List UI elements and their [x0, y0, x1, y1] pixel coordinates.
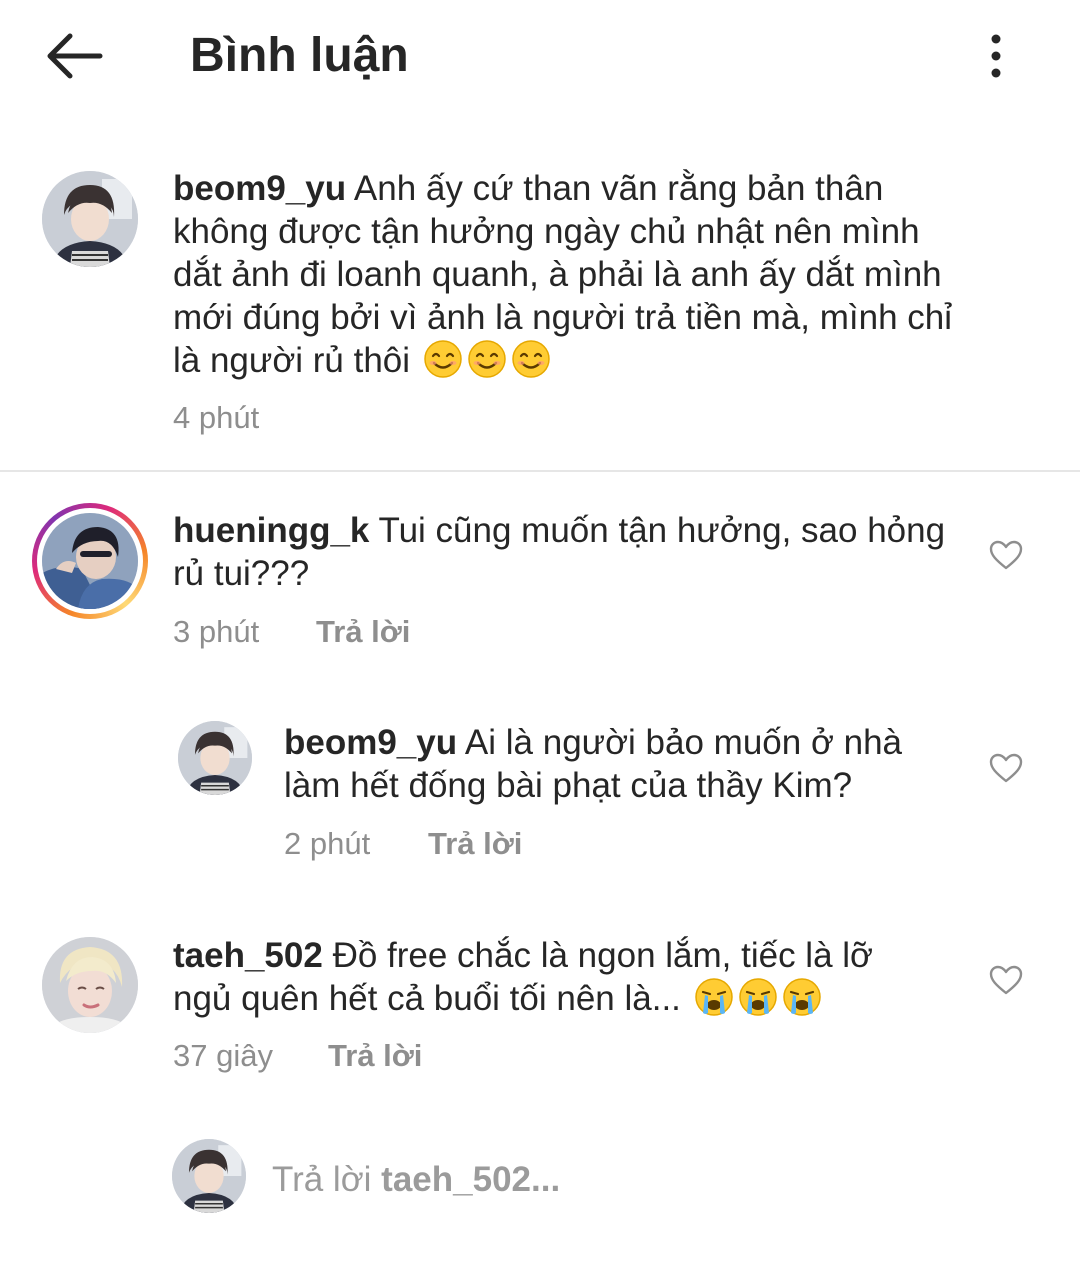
reply-button[interactable]: Trả lời — [428, 824, 522, 864]
username[interactable]: beom9_yu — [284, 723, 457, 762]
comment-text: beom9_yu Ai là người bảo muốn ở nhà làm … — [284, 721, 902, 807]
comment-line: là người rủ thôi — [173, 341, 411, 380]
avatar[interactable] — [178, 721, 252, 795]
avatar[interactable] — [42, 171, 138, 267]
more-options-button[interactable] — [966, 28, 1026, 84]
username[interactable]: beom9_yu — [173, 169, 346, 208]
comment-line: làm hết đống bài phạt của thầy Kim? — [284, 766, 853, 805]
reply-button[interactable]: Trả lời — [328, 1036, 422, 1076]
avatar-photo — [42, 513, 138, 609]
comment-line: Đồ free chắc là ngon lắm, tiếc là lỡ — [332, 936, 873, 975]
current-user-avatar — [172, 1139, 246, 1213]
comment-text: taeh_502 Đồ free chắc là ngon lắm, tiếc … — [173, 934, 873, 1020]
crying-face-emoji — [782, 978, 821, 1016]
comment-line: Ai là người bảo muốn ở nhà — [464, 723, 903, 762]
heart-outline-icon — [989, 540, 1023, 570]
top-bar: Bình luận — [0, 0, 1080, 112]
timestamp: 37 giây — [173, 1038, 273, 1073]
like-button[interactable] — [986, 960, 1026, 1000]
comment-line: dắt ảnh đi loanh quanh, à phải là anh ấy… — [173, 255, 942, 294]
arrow-left-icon — [47, 33, 103, 79]
back-button[interactable] — [38, 28, 108, 84]
caption-text: beom9_yu Anh ấy cứ than vãn rằng bản thâ… — [173, 167, 952, 382]
comment-line: Anh ấy cứ than vãn rằng bản thân — [353, 169, 884, 208]
more-vertical-icon — [991, 34, 1001, 78]
avatar-photo — [178, 721, 252, 795]
smiling-face-emoji — [512, 340, 550, 378]
timestamp: 3 phút — [173, 614, 260, 649]
crying-face-emoji — [738, 978, 777, 1016]
avatar[interactable] — [42, 937, 138, 1033]
comment-text: hueningg_k Tui cũng muốn tận hưởng, sao … — [173, 509, 945, 595]
heart-outline-icon — [989, 965, 1023, 995]
crying-face-emoji — [694, 978, 733, 1016]
smiling-face-emoji — [468, 340, 506, 378]
reply-button[interactable]: Trả lời — [316, 612, 410, 652]
like-button[interactable] — [986, 535, 1026, 575]
reply-input-target: taeh_502... — [381, 1160, 561, 1199]
comment-line: Tui cũng muốn tận hưởng, sao hỏng — [378, 511, 946, 550]
like-button[interactable] — [986, 748, 1026, 788]
avatar-photo — [172, 1139, 246, 1213]
comment-line: không được tận hưởng ngày chủ nhật nên m… — [173, 212, 920, 251]
timestamp: 2 phút — [284, 826, 371, 861]
comment-line: ngủ quên hết cả buổi tối nên là... — [173, 979, 681, 1018]
divider — [0, 470, 1080, 472]
comment-line: rủ tui??? — [173, 554, 310, 593]
page-title: Bình luận — [190, 29, 409, 82]
comment-line: mới đúng bởi vì ảnh là người trả tiền mà… — [173, 298, 953, 337]
avatar[interactable] — [42, 513, 138, 609]
reply-input-prefix: Trả lời — [272, 1160, 372, 1199]
smiling-face-emoji — [424, 340, 462, 378]
heart-outline-icon — [989, 753, 1023, 783]
avatar-photo — [42, 171, 138, 267]
avatar-photo — [42, 937, 138, 1033]
timestamp: 4 phút — [173, 400, 260, 435]
username[interactable]: taeh_502 — [173, 936, 323, 975]
reply-input[interactable]: Trả lời taeh_502... — [272, 1158, 560, 1201]
username[interactable]: hueningg_k — [173, 511, 369, 550]
